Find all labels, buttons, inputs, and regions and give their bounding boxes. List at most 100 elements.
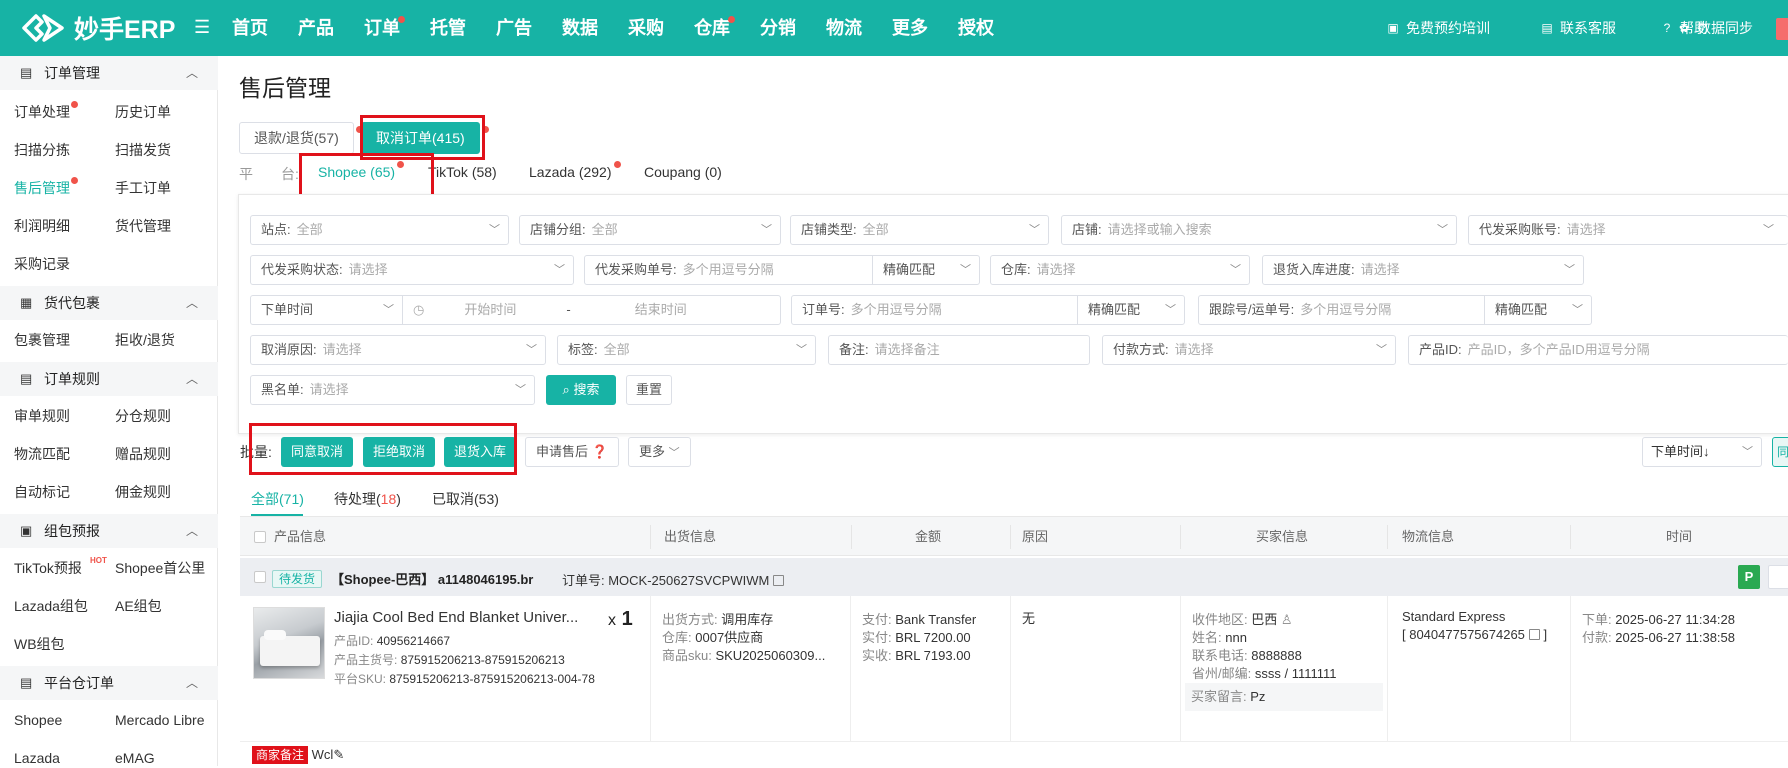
nav-distribution[interactable]: 分销 — [760, 0, 796, 56]
clipboard-button[interactable] — [1768, 565, 1788, 589]
sidebar-item-emag[interactable]: eMAG — [115, 748, 155, 768]
sidebar-item-commission-rules[interactable]: 佣金规则 — [115, 482, 171, 502]
col-buyer: 买家信息 — [1256, 529, 1309, 544]
return-progress-select[interactable]: 退货入库进度: 请选择 ﹀ — [1262, 255, 1584, 285]
sort-select[interactable]: 下单时间↓ ﹀ — [1642, 437, 1762, 467]
sidebar-section-order-rules[interactable]: ▤ 订单规则 ︿ — [0, 362, 218, 396]
platform-coupang[interactable]: Coupang (0) — [644, 164, 722, 180]
reset-button[interactable]: 重置 — [626, 375, 672, 405]
sidebar-item-warehouse-rules[interactable]: 分仓规则 — [115, 406, 171, 426]
more-dropdown[interactable]: 更多 ﹀ — [628, 437, 691, 467]
dropship-status-select[interactable]: 代发采购状态: 请选择 ﹀ — [250, 255, 574, 285]
order-no-input[interactable]: 订单号: 多个用逗号分隔 — [791, 295, 1078, 325]
nav-purchase[interactable]: 采购 — [628, 0, 664, 56]
subtab-cancelled[interactable]: 已取消(53) — [432, 489, 499, 509]
sidebar-item-package-management[interactable]: 包裹管理 — [14, 330, 70, 350]
sidebar-item-manual-order[interactable]: 手工订单 — [115, 178, 171, 198]
tracking-no-input[interactable]: 跟踪号/运单号: 多个用逗号分隔 — [1198, 295, 1485, 325]
tab-refund-return[interactable]: 退款/退货(57) — [239, 122, 363, 154]
payment-select[interactable]: 付款方式: 请选择 ﹀ — [1102, 335, 1396, 365]
nav-product[interactable]: 产品 — [298, 0, 334, 56]
nav-ads[interactable]: 广告 — [496, 0, 532, 56]
sidebar-section-forwarder-packages[interactable]: ▦ 货代包裹 ︿ — [0, 286, 218, 320]
edit-icon[interactable]: ✎ — [333, 747, 344, 762]
nav-warehouse[interactable]: 仓库 — [694, 0, 735, 56]
sidebar-item-tiktok-forecast[interactable]: TikTok预报 HOT — [14, 556, 107, 578]
sidebar-item-shopee[interactable]: Shopee — [14, 710, 62, 730]
sidebar-item-scan-sort[interactable]: 扫描分拣 — [14, 140, 70, 160]
platform-tiktok[interactable]: TikTok (58) — [428, 164, 497, 180]
nav-home[interactable]: 首页 — [232, 0, 268, 56]
note-input[interactable]: 备注: 请选择备注 — [828, 335, 1090, 365]
warehouse-select[interactable]: 仓库: 请选择 ﹀ — [990, 255, 1250, 285]
product-image[interactable] — [253, 607, 325, 679]
sidebar-item-forwarder[interactable]: 货代管理 — [115, 216, 171, 236]
shop-type-select[interactable]: 店铺类型: 全部 ﹀ — [790, 215, 1049, 245]
side-badge[interactable] — [1776, 18, 1788, 40]
order-checkbox[interactable] — [254, 571, 266, 583]
sidebar-section-order-management[interactable]: ▤ 订单管理 ︿ — [0, 56, 218, 90]
site-select[interactable]: 站点: 全部 ﹀ — [250, 215, 509, 245]
sidebar-section-bundle-forecast[interactable]: ▣ 组包预报 ︿ — [0, 514, 218, 548]
sidebar-item-logistics-match[interactable]: 物流匹配 — [14, 444, 70, 464]
dropship-account-select[interactable]: 代发采购账号: 请选择 ﹀ — [1468, 215, 1788, 245]
nav-more[interactable]: 更多 — [892, 0, 928, 56]
time-type-select[interactable]: 下单时间 ﹀ — [250, 295, 403, 325]
date-range-picker[interactable]: ◷ 开始时间 - 结束时间 — [402, 295, 781, 325]
nav-authorize[interactable]: 授权 — [958, 0, 994, 56]
copy-icon[interactable] — [1528, 629, 1540, 640]
sidebar-section-platform-warehouse[interactable]: ▤ 平台仓订单 ︿ — [0, 666, 218, 700]
print-button[interactable]: P — [1738, 565, 1760, 589]
sidebar-item-gift-rules[interactable]: 赠品规则 — [115, 444, 171, 464]
shop-select[interactable]: 店铺: 请选择或输入搜索 ﹀ — [1061, 215, 1457, 245]
sidebar-item-reject-return[interactable]: 拒收/退货 — [115, 330, 175, 350]
app-logo[interactable]: 妙手ERP — [20, 10, 175, 46]
sidebar-item-ae-bundle[interactable]: AE组包 — [115, 596, 162, 616]
sidebar-item-lazada-bundle[interactable]: Lazada组包 — [14, 596, 88, 616]
user-icon[interactable]: ♙ — [1281, 612, 1293, 627]
sidebar-item-mercado-libre[interactable]: Mercado Libre — [115, 710, 205, 730]
tracking-match-select[interactable]: 精确匹配 ﹀ — [1484, 295, 1592, 325]
sync-edge-button[interactable]: 同 — [1772, 437, 1788, 467]
training-link[interactable]: ▣ 免费预约培训 — [1386, 0, 1490, 56]
chevron-up-icon: ︿ — [185, 524, 198, 538]
select-all-checkbox[interactable] — [254, 531, 266, 543]
product-title[interactable]: Jiajia Cool Bed End Blanket Univer... — [334, 609, 578, 626]
tag-select[interactable]: 标签: 全部 ﹀ — [557, 335, 816, 365]
apply-after-sales-button[interactable]: 申请售后 ❓ — [525, 437, 619, 467]
sidebar-item-history-orders[interactable]: 历史订单 — [115, 102, 171, 122]
dropship-no-input[interactable]: 代发采购单号: 多个用逗号分隔 — [584, 255, 873, 285]
sidebar: ▤ 订单管理 ︿ 订单处理 历史订单 扫描分拣 扫描发货 售后管理 手工订单 利润明… — [0, 56, 218, 766]
sidebar-item-after-sales[interactable]: 售后管理 — [14, 177, 78, 198]
nav-data[interactable]: 数据 — [562, 0, 598, 56]
chevron-down-icon: ﹀ — [1742, 446, 1753, 458]
sidebar-item-lazada[interactable]: Lazada — [14, 748, 60, 768]
product-id-input[interactable]: 产品ID: 产品ID，多个产品ID用逗号分隔 — [1408, 335, 1788, 365]
sync-link[interactable]: ✿ 数据同步 — [1677, 0, 1753, 56]
sidebar-item-order-processing[interactable]: 订单处理 — [14, 101, 78, 122]
blacklist-select[interactable]: 黑名单: 请选择 ﹀ — [250, 375, 535, 405]
sidebar-item-profit-detail[interactable]: 利润明细 — [14, 216, 70, 236]
dropship-match-select[interactable]: 精确匹配 ﹀ — [872, 255, 980, 285]
support-link[interactable]: ▤ 联系客服 — [1540, 0, 1616, 56]
sidebar-item-purchase-records[interactable]: 采购记录 — [14, 254, 70, 274]
shop-group-select[interactable]: 店铺分组: 全部 ﹀ — [519, 215, 781, 245]
sidebar-item-shopee-first-mile[interactable]: Shopee首公里 — [115, 558, 205, 578]
order-match-select[interactable]: 精确匹配 ﹀ — [1077, 295, 1185, 325]
subtab-pending[interactable]: 待处理(18) — [334, 489, 401, 509]
nav-hosting[interactable]: 托管 — [430, 0, 466, 56]
cancel-reason-select[interactable]: 取消原因: 请选择 ﹀ — [250, 335, 546, 365]
sidebar-item-review-rules[interactable]: 审单规则 — [14, 406, 70, 426]
sidebar-item-wb-bundle[interactable]: WB组包 — [14, 634, 65, 654]
training-icon: ▣ — [1387, 21, 1399, 35]
copy-icon[interactable] — [773, 575, 785, 586]
clock-icon: ◷ — [413, 302, 425, 317]
sidebar-item-auto-tag[interactable]: 自动标记 — [14, 482, 70, 502]
nav-order[interactable]: 订单 — [364, 0, 405, 56]
platform-lazada[interactable]: Lazada (292) — [529, 161, 621, 180]
nav-logistics[interactable]: 物流 — [826, 0, 862, 56]
sidebar-item-scan-ship[interactable]: 扫描发货 — [115, 140, 171, 160]
subtab-all[interactable]: 全部(71) — [251, 489, 304, 509]
search-button[interactable]: ⌕ 搜索 — [546, 375, 616, 405]
menu-toggle-icon[interactable]: ☰ — [194, 18, 212, 36]
